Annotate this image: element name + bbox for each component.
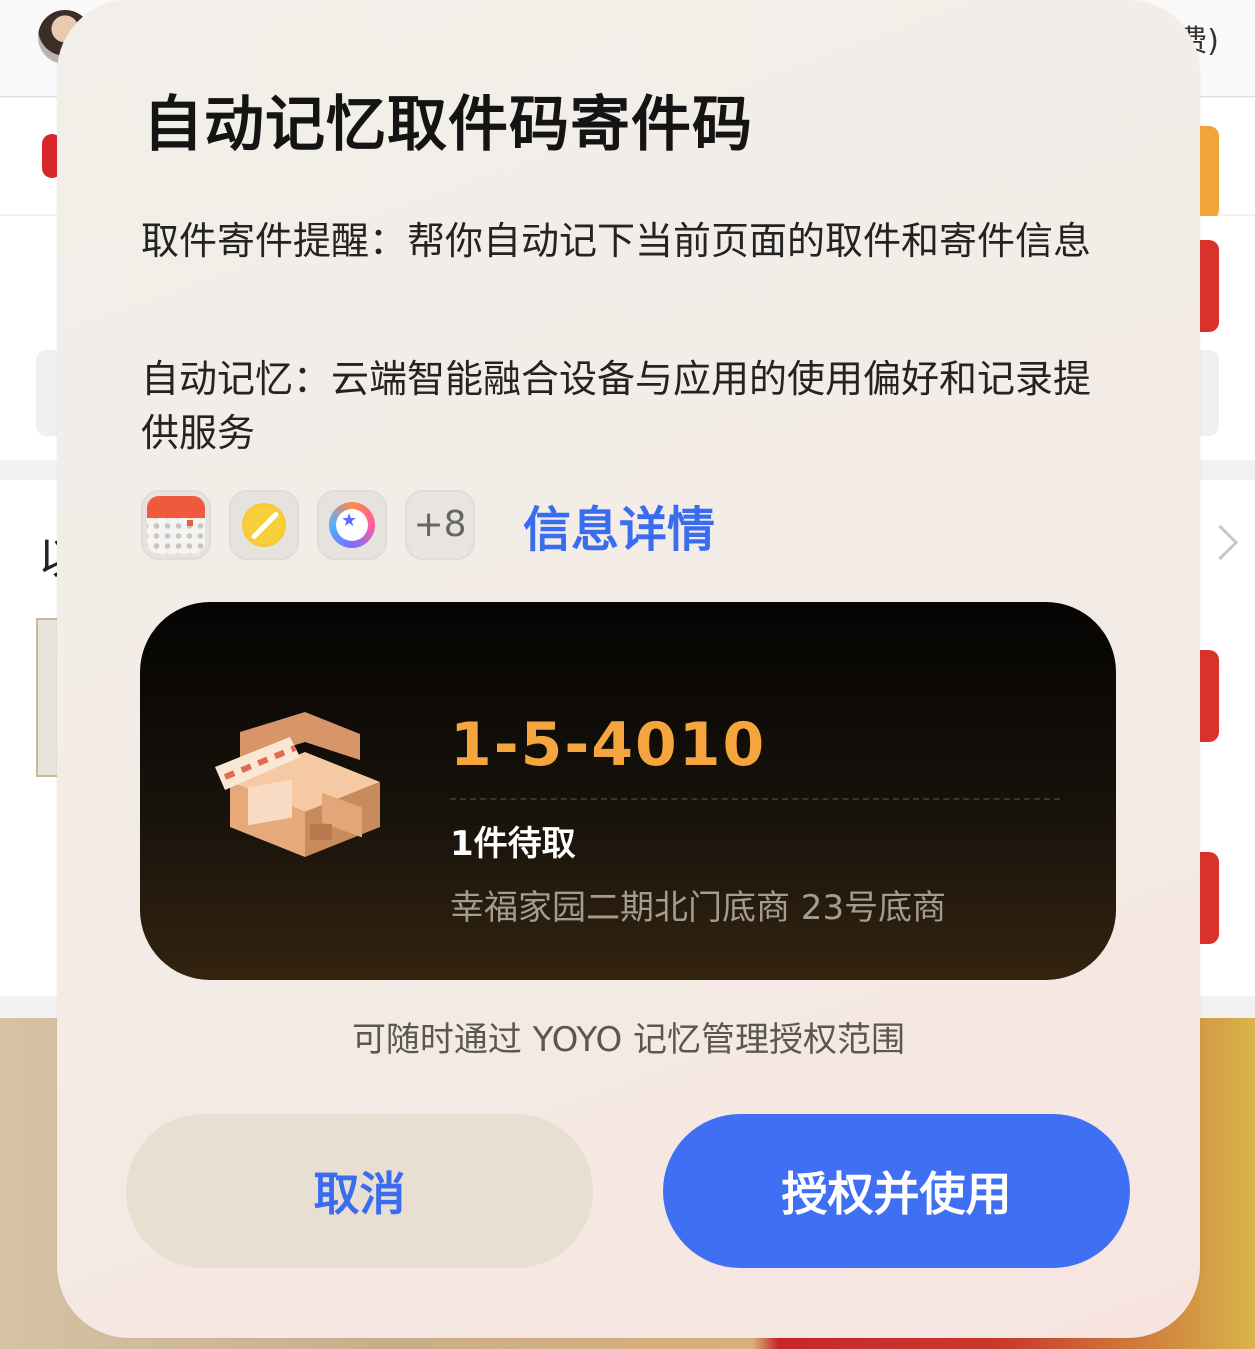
notes-icon (229, 490, 299, 560)
auto-memory-description: 自动记忆：云端智能融合设备与应用的使用偏好和记录提供服务 (141, 357, 1092, 455)
pending-count: 1件待取 (450, 824, 576, 864)
dialog-title: 自动记忆取件码寄件码 (143, 90, 753, 160)
related-apps-row: ★ +8 信息详情 (141, 490, 715, 560)
auto-memory-dialog: 自动记忆取件码寄件码 取件寄件提醒：帮你自动记下当前页面的取件和寄件信息 自动记… (57, 0, 1200, 1338)
authorize-and-use-button[interactable]: 授权并使用 (663, 1114, 1130, 1268)
authorization-hint: 可随时通过 YOYO 记忆管理授权范围 (351, 1020, 906, 1060)
more-apps-count: +8 (405, 490, 475, 560)
info-details-link[interactable]: 信息详情 (523, 490, 715, 560)
yoyo-assistant-icon: ★ (317, 490, 387, 560)
express-station-icon (215, 712, 380, 857)
cancel-button[interactable]: 取消 (126, 1114, 593, 1268)
divider (450, 798, 1060, 800)
pickup-code-card: 1-5-4010 1件待取 幸福家园二期北门底商 23号底商 (140, 602, 1116, 980)
pickup-reminder-description: 取件寄件提醒：帮你自动记下当前页面的取件和寄件信息 (141, 219, 1092, 263)
pickup-code: 1-5-4010 (450, 710, 767, 780)
pickup-address: 幸福家园二期北门底商 23号底商 (450, 888, 947, 928)
calendar-icon (141, 490, 211, 560)
